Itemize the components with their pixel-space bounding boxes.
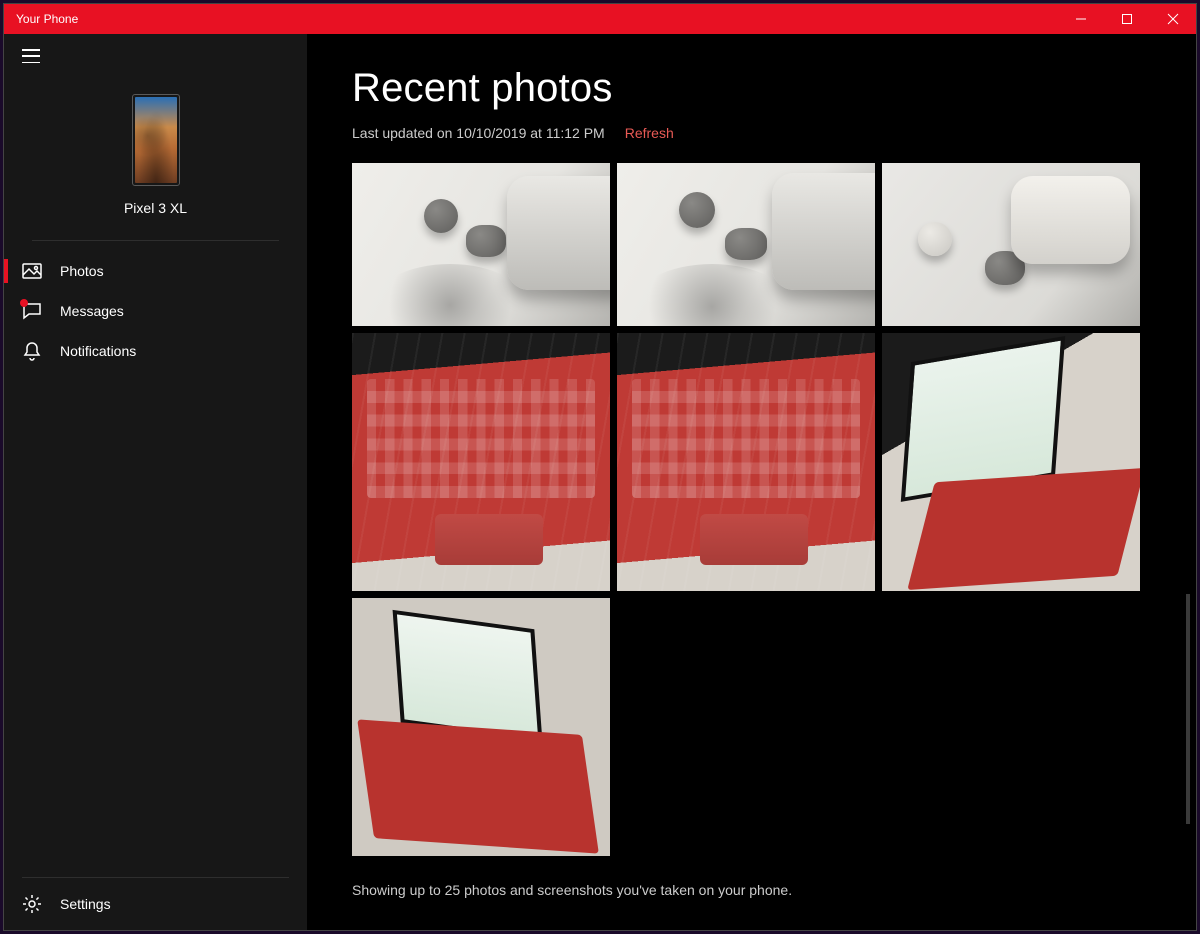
hamburger-icon	[22, 49, 40, 63]
messages-icon	[22, 301, 42, 321]
photo-thumbnail[interactable]	[352, 598, 610, 856]
footer-text: Showing up to 25 photos and screenshots …	[352, 882, 792, 898]
device-panel: Pixel 3 XL	[4, 78, 307, 230]
photo-thumbnail[interactable]	[352, 163, 610, 326]
photo-thumbnail[interactable]	[617, 333, 875, 591]
last-updated-text: Last updated on 10/10/2019 at 11:12 PM	[352, 125, 605, 141]
photo-thumbnail[interactable]	[617, 163, 875, 326]
device-thumbnail[interactable]	[132, 94, 180, 186]
titlebar-title: Your Phone	[16, 12, 78, 26]
bell-icon	[22, 341, 42, 361]
divider	[32, 240, 279, 241]
photo-grid	[352, 163, 1152, 856]
nav-list: Photos Messages Notifications	[4, 245, 307, 371]
photo-thumbnail[interactable]	[882, 333, 1140, 591]
nav-item-photos[interactable]: Photos	[4, 251, 307, 291]
close-button[interactable]	[1150, 4, 1196, 34]
update-row: Last updated on 10/10/2019 at 11:12 PM R…	[352, 125, 1152, 141]
app-window: Your Phone Pixel 3 XL	[3, 3, 1197, 931]
nav-item-messages[interactable]: Messages	[4, 291, 307, 331]
refresh-link[interactable]: Refresh	[625, 125, 674, 141]
settings-label: Settings	[60, 896, 111, 912]
gear-icon	[22, 894, 42, 914]
scrollbar[interactable]	[1186, 594, 1190, 824]
minimize-button[interactable]	[1058, 4, 1104, 34]
hamburger-button[interactable]	[4, 34, 307, 78]
photo-thumbnail[interactable]	[352, 333, 610, 591]
main-content: Recent photos Last updated on 10/10/2019…	[308, 34, 1196, 930]
maximize-icon	[1121, 13, 1133, 25]
nav-label: Messages	[60, 303, 124, 319]
page-title: Recent photos	[352, 66, 1152, 111]
maximize-button[interactable]	[1104, 4, 1150, 34]
close-icon	[1167, 13, 1179, 25]
photos-icon	[22, 261, 42, 281]
titlebar: Your Phone	[4, 4, 1196, 34]
nav-label: Photos	[60, 263, 104, 279]
photo-thumbnail[interactable]	[882, 163, 1140, 326]
notification-badge	[20, 299, 28, 307]
nav-item-notifications[interactable]: Notifications	[4, 331, 307, 371]
nav-item-settings[interactable]: Settings	[4, 878, 307, 930]
nav-label: Notifications	[60, 343, 136, 359]
minimize-icon	[1075, 13, 1087, 25]
device-name: Pixel 3 XL	[124, 200, 187, 216]
sidebar: Pixel 3 XL Photos Messages	[4, 34, 308, 930]
